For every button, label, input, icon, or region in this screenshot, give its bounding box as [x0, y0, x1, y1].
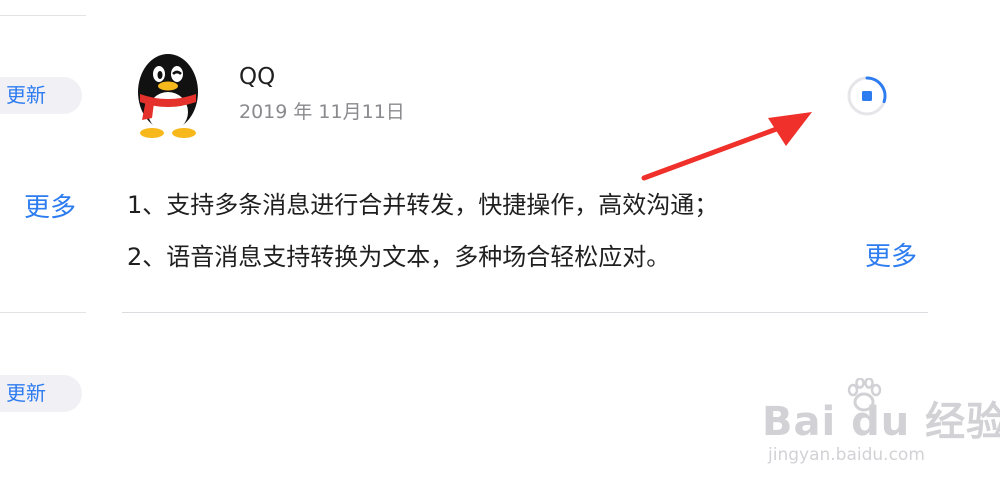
update-button[interactable]: 更新: [0, 77, 82, 114]
release-notes: 1、支持多条消息进行合并转发，快捷操作，高效沟通； 2、语音消息支持转换为文本，…: [127, 190, 827, 294]
release-note-line: 1、支持多条消息进行合并转发，快捷操作，高效沟通；: [127, 191, 719, 219]
red-arrow-icon: [641, 112, 812, 181]
left-divider-bottom: [0, 312, 86, 313]
qq-penguin-icon: [138, 54, 198, 138]
watermark-text: Bai du 经验: [762, 399, 1000, 445]
baidu-jingyan-watermark: Bai du 经验 jingyan.baidu.com: [762, 378, 1000, 478]
more-link[interactable]: 更多: [865, 242, 917, 272]
app-name: QQ: [239, 64, 276, 90]
more-link-left[interactable]: 更多: [24, 193, 76, 223]
update-button-second[interactable]: 更新: [0, 375, 82, 412]
release-note-line: 2、语音消息支持转换为文本，多种场合轻松应对。: [127, 243, 671, 271]
divider: [122, 312, 928, 313]
download-progress-stop-button[interactable]: [846, 75, 888, 117]
app-store-updates-page: 更新 更多 更新 QQ 2019 年 11月11日 1、支持多条消息进行合并转发…: [0, 0, 1000, 489]
watermark-url: jingyan.baidu.com: [768, 445, 925, 465]
app-release-date: 2019 年 11月11日: [239, 101, 405, 123]
stop-icon: [862, 91, 872, 101]
left-divider-top: [0, 15, 86, 16]
